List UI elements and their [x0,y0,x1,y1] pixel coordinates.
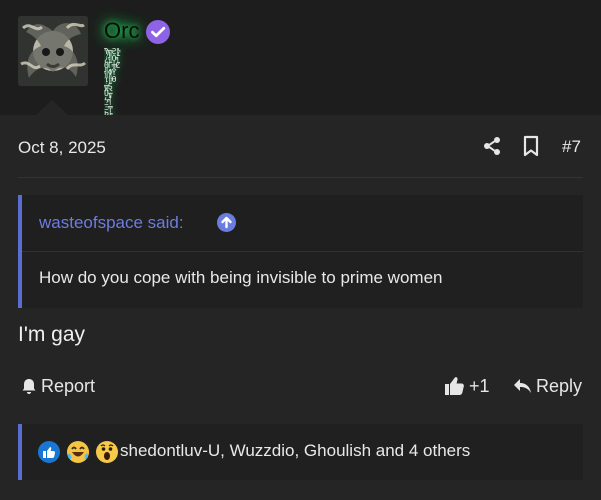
reply-icon [514,379,531,393]
post-number-link[interactable]: #7 [562,137,581,157]
post-card: Oct 8, 2025 #7 wasteofspace said: How do… [0,115,601,500]
quote-author-link[interactable]: wasteofspace said: [39,213,184,233]
avatar-pointer [36,100,68,115]
thumbs-up-icon [445,377,464,395]
share-icon[interactable] [482,136,502,156]
bookmark-icon[interactable] [522,135,540,157]
reactions-bar[interactable]: shedontluv-U, Wuzzdio, Ghoulish and 4 ot… [18,424,583,480]
post-body: I'm gay [18,323,86,346]
verified-icon [146,20,170,44]
report-button[interactable]: Report [21,374,95,398]
username[interactable]: Orc [104,18,139,44]
laugh-reaction-icon [67,441,89,463]
reaction-icons [38,441,118,463]
quote-header: wasteofspace said: [22,195,583,252]
user-header: Orc Ϡ╦Ƨ╠ ¿╣Ỗ╕ ΘΓ╪Ȼ ╣ΦΫ ᴉ╠Ɵ ╦Ȿ Ǖ╥ ϟ╡ Ξ╤ Ϸ… [0,0,601,133]
like-reaction-icon [38,441,60,463]
quote-text: How do you cope with being invisible to … [39,268,443,287]
bell-icon [22,379,36,394]
report-label: Report [41,375,96,396]
like-count: +1 [469,375,490,396]
like-button[interactable]: +1 [443,374,490,398]
divider [18,177,583,178]
reply-label: Reply [536,375,583,396]
reaction-summary[interactable]: shedontluv-U, Wuzzdio, Ghoulish and 4 ot… [120,441,470,461]
post-date[interactable]: Oct 8, 2025 [18,138,106,158]
reply-button[interactable]: Reply [513,374,582,398]
avatar[interactable] [18,16,88,86]
quote-arrow-up-icon[interactable] [217,213,236,232]
quote-block: wasteofspace said: How do you cope with … [18,195,583,308]
wow-reaction-icon [96,441,118,463]
